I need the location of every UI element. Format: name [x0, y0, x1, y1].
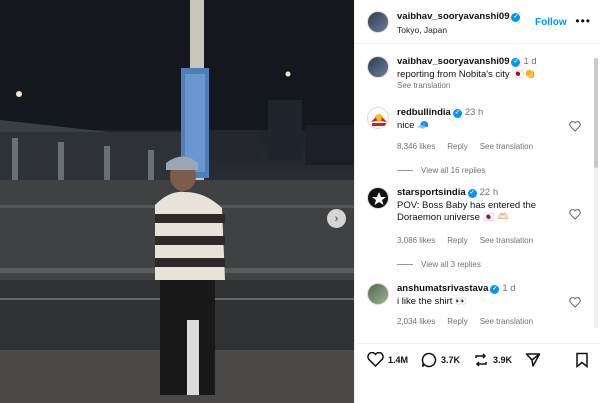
verified-badge-icon: ✓: [511, 58, 521, 67]
repost-count: 3.9K: [493, 355, 513, 365]
post-header: vaibhav_sooryavanshi09 ✓ Tokyo, Japan Fol…: [355, 0, 600, 44]
caption-text: reporting from Nobita's city 🇯🇵👏: [397, 69, 536, 80]
more-options-icon[interactable]: •••: [575, 14, 591, 28]
see-translation-link[interactable]: See translation: [480, 317, 533, 326]
verified-badge-icon: ✓: [467, 189, 477, 198]
photo-illustration: [0, 0, 354, 403]
commenter-avatar[interactable]: [367, 107, 389, 129]
save-button[interactable]: [575, 352, 593, 368]
author-avatar[interactable]: [367, 11, 389, 33]
see-translation-link[interactable]: See translation: [480, 142, 533, 151]
commenter-username[interactable]: anshumatsrivastava ✓ 1 d: [397, 283, 516, 294]
post-photo: ›: [0, 0, 354, 403]
commenter-username-text[interactable]: redbullindia: [397, 107, 451, 118]
redbull-logo-icon: [371, 114, 387, 126]
verified-badge-icon: ✓: [452, 109, 462, 118]
action-bar: 1.4M 3.7K 3.9K: [355, 343, 600, 373]
repost-button[interactable]: 3.9K: [473, 352, 512, 368]
share-button[interactable]: [525, 352, 545, 368]
comment-bubble-icon: [421, 352, 437, 368]
author-username[interactable]: vaibhav_sooryavanshi09 ✓: [397, 11, 521, 22]
commenter-username-text[interactable]: starsportsindia: [397, 187, 466, 198]
reply-button[interactable]: Reply: [447, 317, 467, 326]
repost-icon: [475, 353, 487, 367]
like-comment-heart-icon[interactable]: [569, 209, 581, 222]
comment-meta: 2,034 likes Reply See translation: [397, 317, 545, 326]
caption-avatar[interactable]: [367, 56, 389, 78]
heart-icon: [569, 121, 581, 132]
comment-likes[interactable]: 3,086 likes: [397, 236, 435, 245]
comments-scrollbar[interactable]: [594, 58, 598, 328]
caption-username[interactable]: vaibhav_sooryavanshi09 ✓ 1 d: [397, 56, 537, 67]
comment-time: 22 h: [479, 187, 499, 198]
post-sidebar: vaibhav_sooryavanshi09 ✓ Tokyo, Japan Fol…: [354, 0, 600, 403]
scrollbar-thumb[interactable]: [594, 58, 598, 168]
see-translation-link[interactable]: See translation: [397, 81, 450, 90]
reply-button[interactable]: Reply: [447, 142, 467, 151]
comment-time: 23 h: [464, 107, 484, 118]
comment-count: 3.7K: [441, 355, 461, 365]
commenter-avatar[interactable]: [367, 283, 389, 305]
commenter-avatar[interactable]: [367, 187, 389, 209]
comment-likes[interactable]: 8,346 likes: [397, 142, 435, 151]
reply-button[interactable]: Reply: [447, 236, 467, 245]
comment-time: 1 d: [502, 283, 516, 294]
caption-username-text[interactable]: vaibhav_sooryavanshi09: [397, 56, 509, 67]
like-comment-heart-icon[interactable]: [569, 121, 581, 134]
comment-text: i like the shirt 👀: [397, 296, 467, 307]
send-icon: [525, 353, 541, 367]
verified-badge-icon: ✓: [490, 285, 500, 294]
follow-button[interactable]: Follow: [535, 17, 567, 28]
verified-badge-icon: ✓: [511, 13, 521, 22]
comment-text: POV: Boss Baby has entered the Doraemon …: [397, 200, 537, 223]
bookmark-icon: [576, 352, 588, 368]
see-translation-link[interactable]: See translation: [480, 236, 533, 245]
heart-icon: [367, 352, 384, 367]
heart-icon: [569, 297, 581, 308]
like-comment-heart-icon[interactable]: [569, 297, 581, 310]
heart-icon: [569, 209, 581, 220]
star-sports-logo-icon: [372, 192, 386, 205]
commenter-username[interactable]: starsportsindia ✓ 22 h: [397, 187, 498, 198]
comments-list: vaibhav_sooryavanshi09 ✓ 1 d reporting fro…: [355, 45, 595, 340]
post-location[interactable]: Tokyo, Japan: [397, 25, 447, 35]
next-photo-button[interactable]: ›: [327, 209, 346, 228]
comment-likes[interactable]: 2,034 likes: [397, 317, 435, 326]
view-replies-button[interactable]: View all 16 replies: [397, 166, 485, 175]
chevron-right-icon: ›: [334, 212, 339, 225]
view-replies-button[interactable]: View all 3 replies: [397, 260, 481, 269]
comment-button[interactable]: 3.7K: [421, 352, 460, 368]
commenter-username[interactable]: redbullindia ✓ 23 h: [397, 107, 483, 118]
like-count: 1.4M: [388, 354, 409, 365]
commenter-username-text[interactable]: anshumatsrivastava: [397, 283, 488, 294]
comment-text: nice 🧢: [397, 120, 429, 131]
comment-meta: 8,346 likes Reply See translation: [397, 142, 545, 151]
comment-meta: 3,086 likes Reply See translation: [397, 236, 545, 245]
author-username-text[interactable]: vaibhav_sooryavanshi09: [397, 11, 509, 22]
like-button[interactable]: 1.4M: [367, 352, 408, 367]
caption-time: 1 d: [523, 56, 537, 67]
